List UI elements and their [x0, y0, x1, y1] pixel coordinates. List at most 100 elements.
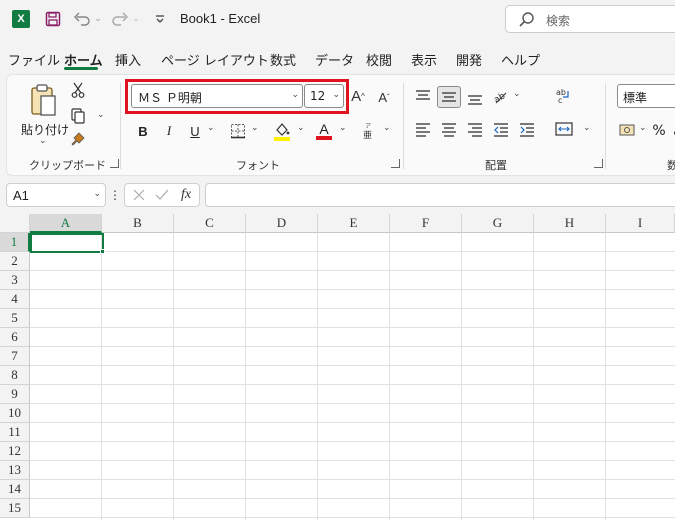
row-header[interactable]: 8 [0, 366, 30, 385]
copy-dropdown-icon[interactable]: ⌄ [97, 110, 105, 120]
font-color-label: A [319, 121, 329, 137]
active-cell[interactable] [30, 233, 104, 253]
row-header[interactable]: 7 [0, 347, 30, 366]
percent-style-button[interactable]: % [652, 121, 666, 141]
column-header[interactable]: H [534, 214, 606, 233]
more-options-icon[interactable]: ⋮ [109, 186, 121, 204]
font-color-swatch [316, 136, 332, 140]
increase-indent-icon[interactable] [518, 120, 536, 138]
worksheet-grid: A B C D E F G H I 1 2 3 4 5 6 7 8 9 10 1… [0, 214, 675, 520]
column-header[interactable]: A [30, 214, 102, 233]
bold-button[interactable]: B [135, 121, 151, 141]
accounting-format-icon[interactable] [619, 121, 637, 139]
excel-logo: X [12, 10, 30, 28]
active-tab-indicator [64, 67, 98, 70]
tab-view[interactable]: 表示 [411, 50, 437, 69]
select-all-button[interactable] [0, 214, 30, 233]
borders-dropdown-icon[interactable]: ⌄ [251, 123, 259, 133]
redo-icon[interactable] [110, 9, 130, 29]
cut-icon[interactable] [69, 81, 87, 99]
grow-font-button[interactable]: A ^ [348, 87, 368, 105]
save-icon[interactable] [44, 9, 62, 29]
comma-style-icon[interactable] [669, 121, 675, 139]
tab-developer[interactable]: 開発 [456, 50, 482, 69]
merge-dropdown-icon[interactable]: ⌄ [583, 123, 591, 133]
row-header[interactable]: 1 [0, 233, 30, 252]
merge-center-icon[interactable] [555, 120, 573, 138]
row-header[interactable]: 5 [0, 309, 30, 328]
fill-color-dropdown-icon[interactable]: ⌄ [297, 123, 305, 133]
accounting-dropdown-icon[interactable]: ⌄ [639, 123, 647, 133]
format-painter-icon[interactable] [69, 131, 87, 149]
row-header[interactable]: 3 [0, 271, 30, 290]
phonetic-guide-button[interactable]: ア亜 [361, 121, 377, 141]
row-header[interactable]: 6 [0, 328, 30, 347]
font-color-button[interactable]: A [315, 121, 333, 141]
row-header[interactable]: 4 [0, 290, 30, 309]
column-header[interactable]: I [606, 214, 675, 233]
tab-insert[interactable]: 挿入 [115, 50, 141, 69]
fill-color-button[interactable] [273, 121, 291, 141]
align-right-icon[interactable] [466, 120, 484, 138]
insert-function-button[interactable]: fx [177, 186, 195, 204]
decrease-indent-icon[interactable] [492, 120, 510, 138]
clipboard-launcher-icon[interactable] [110, 159, 119, 168]
align-left-icon[interactable] [414, 120, 432, 138]
redo-dropdown-icon[interactable]: ⌄ [132, 9, 140, 29]
paste-dropdown-icon[interactable]: ⌄ [39, 136, 47, 146]
tab-review[interactable]: 校閲 [366, 50, 392, 69]
underline-dropdown-icon[interactable]: ⌄ [207, 123, 215, 133]
top-align-icon[interactable] [414, 88, 432, 106]
row-header[interactable]: 12 [0, 442, 30, 461]
fill-handle[interactable] [100, 249, 105, 254]
phonetic-dropdown-icon[interactable]: ⌄ [383, 123, 391, 133]
column-header[interactable]: C [174, 214, 246, 233]
row-header[interactable]: 9 [0, 385, 30, 404]
enter-icon[interactable] [153, 186, 171, 204]
row-header[interactable]: 14 [0, 480, 30, 499]
document-title: Book1 - Excel [180, 11, 261, 26]
search-icon [518, 11, 536, 29]
column-header[interactable]: E [318, 214, 390, 233]
row-header[interactable]: 13 [0, 461, 30, 480]
number-format-combobox[interactable]: 標準 [617, 84, 675, 108]
middle-align-button[interactable] [437, 86, 461, 108]
shrink-font-button[interactable]: Aˇ [374, 88, 394, 106]
column-header[interactable]: F [390, 214, 462, 233]
search-box[interactable]: 検索 [505, 5, 675, 33]
column-header[interactable]: D [246, 214, 318, 233]
name-box[interactable]: A1 ⌄ [6, 183, 106, 207]
borders-icon [231, 124, 245, 139]
tab-help[interactable]: ヘルプ [501, 50, 540, 69]
undo-dropdown-icon[interactable]: ⌄ [94, 9, 102, 29]
row-header[interactable]: 10 [0, 404, 30, 423]
alignment-launcher-icon[interactable] [594, 159, 603, 168]
tab-page-layout[interactable]: ページ レイアウト [161, 50, 269, 69]
underline-button[interactable]: U [187, 121, 203, 141]
undo-icon[interactable] [72, 9, 92, 29]
row-header[interactable]: 11 [0, 423, 30, 442]
row-header[interactable]: 15 [0, 499, 30, 518]
formula-input[interactable] [205, 183, 675, 207]
italic-button[interactable]: I [161, 121, 177, 141]
orientation-icon[interactable]: ab [492, 87, 510, 105]
tab-data[interactable]: データ [315, 50, 354, 69]
wrap-text-icon[interactable]: ab c [555, 87, 573, 105]
align-center-icon[interactable] [440, 120, 458, 138]
tab-formulas[interactable]: 数式 [270, 50, 296, 69]
font-launcher-icon[interactable] [391, 159, 400, 168]
orientation-dropdown-icon[interactable]: ⌄ [513, 89, 521, 99]
column-header[interactable]: G [462, 214, 534, 233]
copy-icon[interactable] [69, 107, 87, 125]
paste-button[interactable]: 貼り付け ⌄ [19, 79, 69, 149]
tab-file[interactable]: ファイル [8, 50, 60, 69]
cancel-icon[interactable] [130, 186, 148, 204]
font-color-dropdown-icon[interactable]: ⌄ [339, 123, 347, 133]
bottom-align-icon[interactable] [466, 89, 484, 107]
column-header[interactable]: B [102, 214, 174, 233]
cell-area[interactable] [30, 233, 675, 520]
borders-button[interactable] [229, 121, 247, 141]
clipboard-icon [29, 83, 57, 117]
row-header[interactable]: 2 [0, 252, 30, 271]
customize-qat-icon[interactable] [154, 9, 166, 29]
